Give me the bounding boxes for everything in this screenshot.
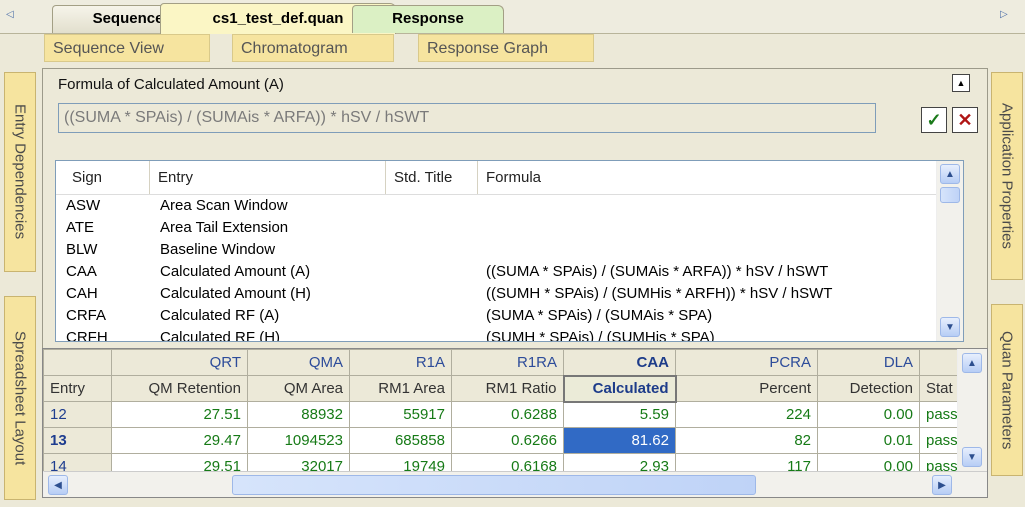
entry-formula: (SUMA * SPAis) / (SUMAis * SPA) xyxy=(486,307,713,324)
entry-list: Sign Entry Std. Title Formula ASW Area Sc… xyxy=(55,160,964,342)
formula-label: Formula of Calculated Amount (A) xyxy=(58,76,284,93)
tab-entry-dependencies[interactable]: Entry Dependencies xyxy=(4,72,36,272)
column-header-std-title[interactable]: Std. Title xyxy=(386,161,478,194)
entry-sign: BLW xyxy=(66,241,98,258)
tab-response[interactable]: Response xyxy=(352,5,504,33)
entry-name: Calculated RF (H) xyxy=(160,329,281,342)
check-icon: ✓ xyxy=(926,109,942,130)
entry-sign: CRFA xyxy=(66,307,107,324)
entry-formula: ((SUMA * SPAis) / (SUMAis * ARFA)) * hSV… xyxy=(486,263,829,280)
grid-column-title[interactable]: Calculated xyxy=(562,374,677,403)
entry-sign: CRFH xyxy=(66,329,108,342)
grid-column-title[interactable]: Percent xyxy=(675,375,818,402)
grid-column-code[interactable] xyxy=(43,349,112,376)
cancel-formula-button[interactable]: ✕ xyxy=(952,107,978,133)
grid-cell[interactable]: 224 xyxy=(675,401,818,428)
confirm-formula-button[interactable]: ✓ xyxy=(921,107,947,133)
entry-sign: ASW xyxy=(66,197,101,214)
grid-vertical-scrollbar[interactable]: ▲ ▼ xyxy=(957,349,987,471)
entry-list-header: Sign Entry Std. Title Formula xyxy=(56,161,936,195)
entry-list-scrollbar[interactable]: ▲ ▼ xyxy=(936,161,963,341)
tab-quan-parameters-label: Quan Parameters xyxy=(998,330,1016,450)
entry-name: Calculated RF (A) xyxy=(160,307,280,324)
table-row[interactable]: 12 27.51 88932 55917 0.6288 5.59 224 0.00 pass xyxy=(43,401,980,428)
grid-title-header-row: Entry QM Retention QM Area RM1 Area RM1 Rati… xyxy=(43,374,980,403)
tab-sequence-view[interactable]: Sequence View xyxy=(44,34,210,62)
tab-application-properties-label: Application Properties xyxy=(998,103,1016,249)
tab-application-properties[interactable]: Application Properties xyxy=(991,72,1023,280)
grid-column-title[interactable]: QM Retention xyxy=(111,375,248,402)
tab-chromatogram[interactable]: Chromatogram xyxy=(232,34,394,62)
entry-name: Calculated Amount (A) xyxy=(160,263,311,280)
grid-column-title[interactable]: Detection xyxy=(817,375,920,402)
grid-code-header-row: QRT QMA R1A R1RA CAA PCRA DLA xyxy=(43,349,980,376)
grid-column-code[interactable]: R1A xyxy=(349,349,452,376)
grid-column-code[interactable]: CAA xyxy=(563,349,676,376)
entry-sign: ATE xyxy=(66,219,95,236)
grid-cell[interactable]: 29.47 xyxy=(111,427,248,454)
grid-cell[interactable]: 27.51 xyxy=(111,401,248,428)
cross-icon: ✕ xyxy=(957,109,973,130)
grid-cell[interactable]: 0.01 xyxy=(817,427,920,454)
grid-column-code[interactable]: QRT xyxy=(111,349,248,376)
grid-cell[interactable]: 88932 xyxy=(247,401,350,428)
grid-horizontal-scrollbar[interactable]: ◀ ▶ xyxy=(43,471,987,497)
collapse-panel-button[interactable]: ▲ xyxy=(952,74,970,92)
document-tab-strip: Sequence cs1_test_def.quan Response ◁ ▷ xyxy=(0,0,1025,34)
grid-cell[interactable]: 0.6266 xyxy=(451,427,564,454)
tab-spreadsheet-layout-label: Spreadsheet Layout xyxy=(11,330,29,466)
grid-column-code[interactable]: PCRA xyxy=(675,349,818,376)
entry-sign: CAA xyxy=(66,263,97,280)
spreadsheet-grid: QRT QMA R1A R1RA CAA PCRA DLA Entry QM Retention… xyxy=(42,348,988,498)
entry-name: Baseline Window xyxy=(160,241,276,258)
grid-cell[interactable]: 0.6288 xyxy=(451,401,564,428)
grid-cell[interactable]: 82 xyxy=(675,427,818,454)
grid-scroll-right-icon[interactable]: ▶ xyxy=(932,475,952,495)
entry-name: Area Tail Extension xyxy=(160,219,289,236)
entry-formula: ((SUMH * SPAis) / (SUMHis * ARFH)) * hSV… xyxy=(486,285,833,302)
formula-field[interactable]: ((SUMA * SPAis) / (SUMAis * ARFA)) * hSV… xyxy=(58,103,876,133)
grid-column-title[interactable]: RM1 Ratio xyxy=(451,375,564,402)
grid-cell[interactable]: 1094523 xyxy=(247,427,350,454)
grid-horizontal-scroll-thumb[interactable] xyxy=(232,475,756,495)
tab-quan-parameters[interactable]: Quan Parameters xyxy=(991,304,1023,476)
grid-cell[interactable]: 5.59 xyxy=(563,401,676,428)
spreadsheet-table: QRT QMA R1A R1RA CAA PCRA DLA Entry QM Retention… xyxy=(43,349,980,480)
tab-entry-dependencies-label: Entry Dependencies xyxy=(11,104,29,240)
grid-column-code[interactable]: QMA xyxy=(247,349,350,376)
scroll-up-icon[interactable]: ▲ xyxy=(940,164,960,184)
tab-response-graph[interactable]: Response Graph xyxy=(418,34,594,62)
scroll-down-icon[interactable]: ▼ xyxy=(940,317,960,337)
entry-name: Calculated Amount (H) xyxy=(160,285,311,302)
tab-spreadsheet-layout[interactable]: Spreadsheet Layout xyxy=(4,296,36,500)
scroll-tabs-right-icon[interactable]: ▷ xyxy=(1000,9,1008,20)
entry-formula: (SUMH * SPAis) / (SUMHis * SPA) xyxy=(486,329,715,342)
column-header-sign[interactable]: Sign xyxy=(64,161,150,194)
scroll-tabs-left-icon[interactable]: ◁ xyxy=(6,9,14,20)
column-header-formula[interactable]: Formula xyxy=(478,161,928,194)
grid-column-code[interactable]: DLA xyxy=(817,349,920,376)
grid-scroll-left-icon[interactable]: ◀ xyxy=(48,475,68,495)
grid-cell[interactable]: 0.00 xyxy=(817,401,920,428)
entry-sign: CAH xyxy=(66,285,98,302)
entry-list-scroll-thumb[interactable] xyxy=(940,187,960,203)
table-row[interactable]: 13 29.47 1094523 685858 0.6266 81.62 82 0.01 pas… xyxy=(43,427,980,454)
grid-cell[interactable]: 81.62 xyxy=(563,427,676,454)
grid-cell[interactable]: 685858 xyxy=(349,427,452,454)
row-header[interactable]: 13 xyxy=(43,427,112,454)
grid-cell[interactable]: 55917 xyxy=(349,401,452,428)
row-header[interactable]: 12 xyxy=(43,401,112,428)
grid-scroll-up-icon[interactable]: ▲ xyxy=(962,353,982,373)
grid-column-title[interactable]: RM1 Area xyxy=(349,375,452,402)
grid-column-code[interactable]: R1RA xyxy=(451,349,564,376)
grid-column-title[interactable]: Entry xyxy=(43,375,112,402)
column-header-entry[interactable]: Entry xyxy=(150,161,386,194)
grid-column-title[interactable]: QM Area xyxy=(247,375,350,402)
grid-scroll-down-icon[interactable]: ▼ xyxy=(962,447,982,467)
entry-name: Area Scan Window xyxy=(160,197,288,214)
